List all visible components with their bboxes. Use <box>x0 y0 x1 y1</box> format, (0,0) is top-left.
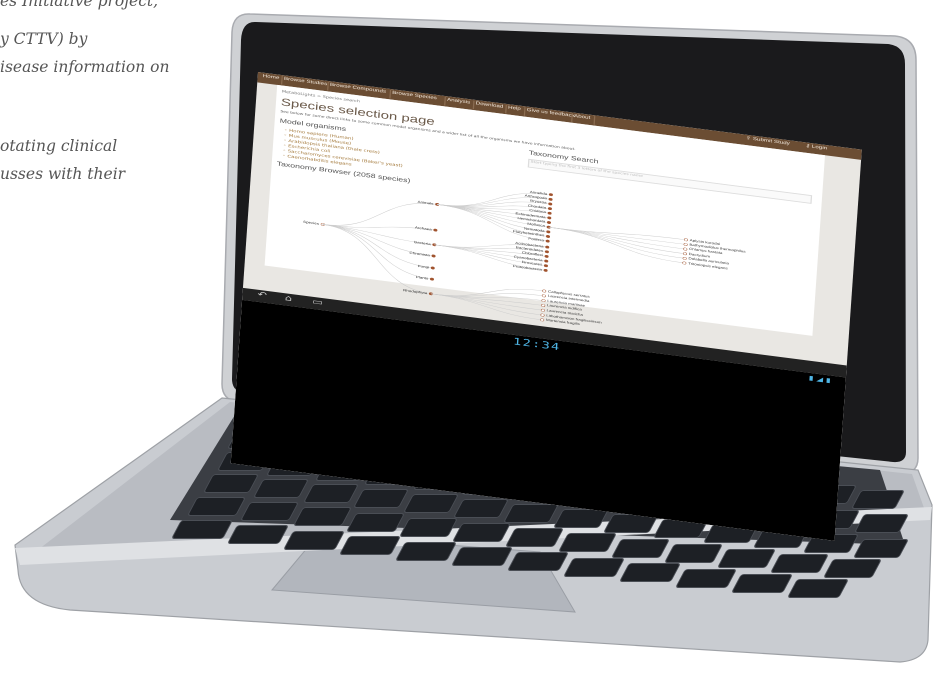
nav-separator <box>327 81 329 91</box>
tree-link <box>548 226 685 259</box>
tree-link <box>548 226 685 264</box>
keyboard-key <box>338 536 402 556</box>
keyboard-key <box>504 528 565 548</box>
login-button[interactable]: ⚷ Login <box>805 143 827 151</box>
tree-node[interactable] <box>541 304 546 307</box>
tree-node[interactable] <box>543 268 548 272</box>
tree-node[interactable] <box>548 197 553 201</box>
tree-node[interactable] <box>544 250 549 254</box>
tree-node[interactable] <box>548 193 553 197</box>
nav-separator <box>523 107 526 116</box>
tree-node[interactable] <box>546 230 551 234</box>
tree-link <box>322 224 431 295</box>
keyboard-key <box>282 530 346 550</box>
tree-node[interactable] <box>545 245 550 249</box>
recent-apps-icon[interactable]: ▭ <box>312 298 323 308</box>
keyboard-key <box>226 525 290 545</box>
tree-link <box>430 293 544 306</box>
tree-node[interactable] <box>546 235 550 238</box>
tree-node[interactable] <box>541 299 546 303</box>
tree-node[interactable] <box>541 294 546 298</box>
keyboard-key <box>186 497 247 516</box>
tree-node[interactable] <box>431 254 436 258</box>
keyboard-key <box>786 579 850 599</box>
keyboard-key <box>394 541 458 561</box>
keyboard-key <box>716 549 777 568</box>
nav-download[interactable]: Download <box>475 101 503 110</box>
keyboard-key <box>618 563 682 583</box>
tree-node[interactable] <box>682 252 687 256</box>
tree-node[interactable] <box>547 207 552 211</box>
tree-node[interactable] <box>682 261 687 265</box>
tree-link <box>430 293 544 297</box>
keyboard-key <box>663 543 724 563</box>
nav-separator <box>505 104 507 114</box>
keyboard-key <box>450 547 514 566</box>
tree-node[interactable] <box>540 308 545 312</box>
tree-link <box>430 293 543 316</box>
keyboard-key <box>822 559 883 579</box>
tree-node[interactable] <box>429 277 434 281</box>
nav-home[interactable]: Home <box>263 74 280 81</box>
laptop: Home Browse Studies Browse Compounds Bro… <box>0 0 936 689</box>
tree-node[interactable] <box>547 211 552 215</box>
keyboard-key <box>345 512 406 532</box>
tree-node[interactable] <box>682 256 687 260</box>
keyboard-key <box>610 538 671 558</box>
login-label: Login <box>811 144 828 152</box>
screen: Home Browse Studies Browse Compounds Bro… <box>230 72 862 541</box>
keyboard-key <box>239 502 300 522</box>
keyboard-key <box>562 557 626 577</box>
nav-separator <box>593 116 596 125</box>
tree-node[interactable] <box>430 266 435 270</box>
keyboard-key <box>398 517 459 537</box>
keyboard-key <box>557 533 618 553</box>
back-icon[interactable]: ↶ <box>257 291 267 301</box>
nav-about[interactable]: About <box>574 114 591 121</box>
tree-node[interactable] <box>540 313 545 317</box>
nav-separator <box>389 89 392 99</box>
keyboard-key <box>730 574 794 593</box>
nav-separator <box>472 100 475 110</box>
nav-separator <box>444 96 446 106</box>
keyboard-key <box>451 523 512 542</box>
tree-node[interactable] <box>544 259 549 263</box>
tree-node[interactable] <box>543 264 548 268</box>
tree-link <box>322 203 438 226</box>
nav-help[interactable]: Help <box>508 105 521 112</box>
tree-node[interactable] <box>542 289 547 293</box>
tree-node[interactable] <box>683 243 688 246</box>
tree-node[interactable] <box>547 216 552 220</box>
nav-separator <box>280 75 283 85</box>
tree-link <box>548 226 686 241</box>
tree-node[interactable] <box>683 238 688 242</box>
keyboard-key <box>674 568 738 588</box>
tree-node[interactable] <box>545 239 550 243</box>
tree-node[interactable] <box>548 202 553 206</box>
home-icon[interactable]: ⌂ <box>285 294 293 304</box>
tree-node[interactable] <box>540 318 545 322</box>
keyboard-key <box>506 552 570 572</box>
nav-analysis[interactable]: Analysis <box>447 97 471 105</box>
tree-node[interactable] <box>683 247 688 251</box>
tree-node[interactable] <box>546 221 551 224</box>
tree-node[interactable] <box>544 255 549 258</box>
keyboard-key <box>292 507 353 527</box>
keyboard-key <box>769 554 830 574</box>
keyboard-key <box>170 520 234 539</box>
tree-link <box>548 226 685 254</box>
tree-node[interactable] <box>433 228 438 232</box>
tree-link <box>322 224 433 269</box>
